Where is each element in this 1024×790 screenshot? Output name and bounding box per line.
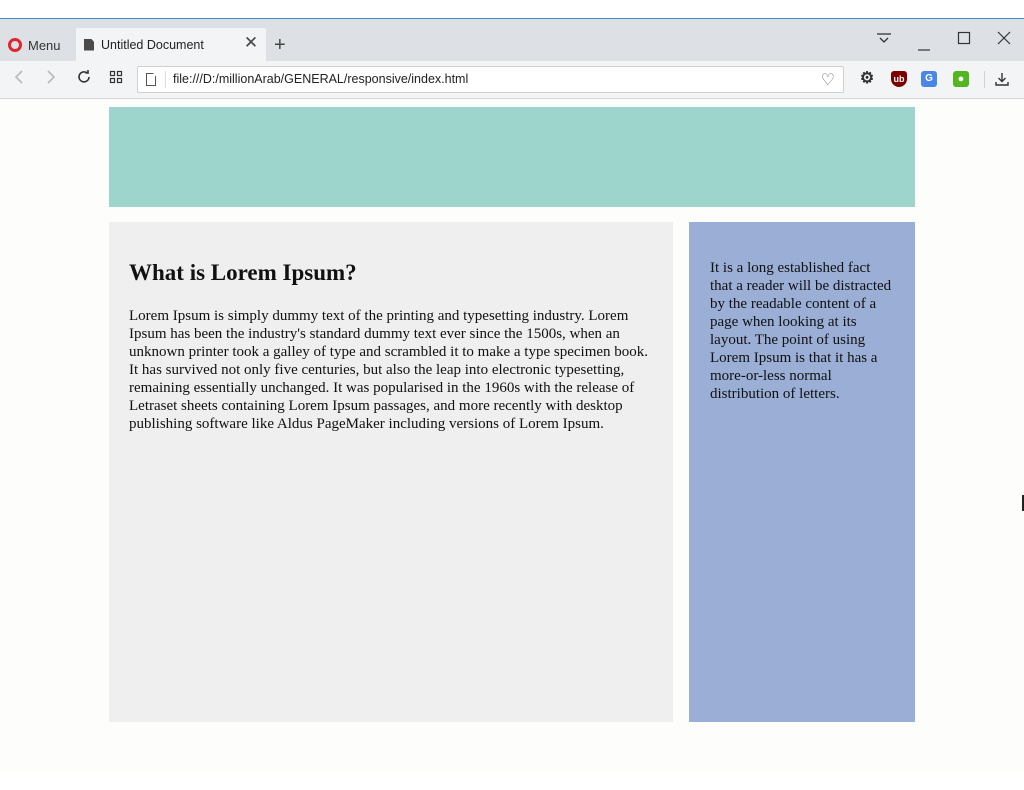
tab-strip: Menu Untitled Document ✕ + — [0, 19, 1024, 61]
document-icon — [84, 38, 94, 51]
main-paragraph: Lorem Ipsum is simply dummy text of the … — [129, 308, 649, 432]
translate-icon[interactable]: G — [921, 71, 937, 87]
main-content: What is Lorem Ipsum? Lorem Ipsum is simp… — [109, 222, 673, 722]
url-text[interactable]: file:///D:/millionArab/GENERAL/responsiv… — [173, 72, 468, 86]
new-tab-button[interactable]: + — [274, 35, 286, 55]
sidebar-paragraph: It is a long established fact that a rea… — [710, 260, 892, 402]
tab-title: Untitled Document — [101, 37, 204, 52]
page-header-block — [109, 107, 915, 207]
speed-dial-icon[interactable] — [106, 69, 126, 89]
back-icon[interactable] — [9, 69, 29, 90]
close-icon[interactable]: ✕ — [242, 34, 260, 52]
settings-icon[interactable]: ⚙ — [859, 71, 875, 87]
page-viewport: What is Lorem Ipsum? Lorem Ipsum is simp… — [0, 99, 1024, 772]
sidebar-content: It is a long established fact that a rea… — [689, 222, 915, 722]
reload-icon[interactable] — [74, 69, 94, 90]
menu-filter-icon[interactable] — [873, 31, 895, 49]
ublock-icon[interactable]: ub — [891, 71, 907, 87]
forward-icon[interactable] — [41, 69, 61, 90]
page-heading: What is Lorem Ipsum? — [129, 260, 357, 285]
window-close-icon[interactable] — [993, 31, 1015, 50]
minimize-icon[interactable] — [913, 39, 935, 57]
heart-icon[interactable]: ♡ — [821, 70, 835, 90]
opera-logo-icon — [8, 38, 22, 52]
address-toolbar: file:///D:/millionArab/GENERAL/responsiv… — [0, 61, 1024, 99]
maximize-icon[interactable] — [953, 31, 975, 50]
menu-label: Menu — [28, 37, 61, 53]
download-icon[interactable] — [994, 71, 1010, 87]
url-separator — [165, 71, 166, 88]
address-bar[interactable]: file:///D:/millionArab/GENERAL/responsiv… — [137, 66, 844, 93]
tab-untitled-document[interactable]: Untitled Document ✕ — [76, 28, 266, 61]
opera-menu-button[interactable]: Menu — [8, 36, 61, 54]
browser-window: Menu Untitled Document ✕ + file:///D:/mi… — [0, 18, 1024, 772]
extension-icon[interactable]: ● — [953, 71, 969, 87]
toolbar-divider — [984, 71, 985, 88]
page-icon — [146, 73, 156, 86]
